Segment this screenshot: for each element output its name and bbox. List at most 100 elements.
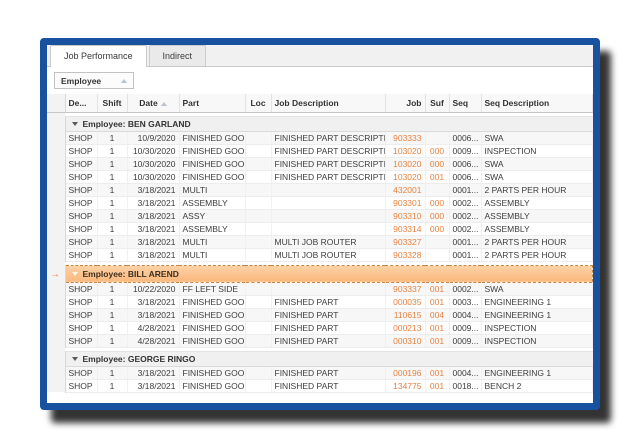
cell-suf[interactable]: 001 [425,170,450,184]
cell-date[interactable]: 3/18/2021 [127,379,180,393]
cell-part[interactable]: FINISHED GOOD ... [179,131,246,145]
cell-loc[interactable] [245,157,272,171]
cell-seqdesc[interactable]: ENGINEERING 1 [481,366,593,380]
column-header-jobdesc[interactable]: Job Description [271,94,386,113]
cell-part[interactable]: ASSY [179,209,246,223]
cell-jobdesc[interactable]: MULTI JOB ROUTER [271,235,386,249]
group-row[interactable]: → Employee: BILL AREND [47,264,593,283]
cell-part[interactable]: MULTI [179,235,246,249]
cell-date[interactable]: 3/18/2021 [127,248,180,262]
cell-date[interactable]: 3/18/2021 [127,183,180,197]
cell-det[interactable]: SHOP [65,235,98,249]
cell-jobdesc[interactable]: FINISHED PART DESCRIPTION [271,170,386,184]
cell-det[interactable]: SHOP [65,379,98,393]
cell-jobdesc[interactable]: FINISHED PART DESCRIPTION [271,157,386,171]
cell-part[interactable]: FINISHED GOOD ... [179,334,246,348]
cell-suf[interactable] [425,183,450,197]
cell-job[interactable]: 103020 [385,170,426,184]
cell-job[interactable]: 110615 [385,308,426,322]
cell-suf[interactable] [425,248,450,262]
cell-det[interactable]: SHOP [65,196,98,210]
data-row[interactable]: SHOP 1 3/18/2021 ASSEMBLY 903301 000 0002... AS… [47,196,593,210]
cell-job[interactable]: 000213 [385,321,426,335]
cell-seq[interactable]: 0002... [449,222,482,236]
cell-part[interactable]: FINISHED GOOD ... [179,321,246,335]
column-header-det[interactable]: De... [65,94,98,113]
cell-job[interactable]: 134775 [385,379,426,393]
cell-shift[interactable]: 1 [97,170,128,184]
collapse-group-icon[interactable] [71,271,78,276]
cell-date[interactable]: 3/18/2021 [127,196,180,210]
cell-shift[interactable]: 1 [97,209,128,223]
cell-job[interactable]: 432001 [385,183,426,197]
cell-seq[interactable]: 0003... [449,295,482,309]
cell-part[interactable]: ASSEMBLY [179,196,246,210]
data-row[interactable]: SHOP 1 3/18/2021 ASSEMBLY 903314 000 0002... AS… [47,222,593,236]
cell-suf[interactable]: 001 [425,295,450,309]
cell-seq[interactable]: 0006... [449,131,482,145]
cell-loc[interactable] [245,131,272,145]
column-header-loc[interactable]: Loc [245,94,272,113]
cell-date[interactable]: 3/18/2021 [127,295,180,309]
data-row[interactable]: SHOP110/30/2020FINISHED GOOD ... FINISHED… [47,144,593,158]
data-row[interactable]: SHOP 1 3/18/2021 MULTI MULTI JOB ROUTER 90332… [47,235,593,249]
cell-shift[interactable]: 1 [97,321,128,335]
column-header-seqdesc[interactable]: Seq Description [481,94,593,113]
cell-suf[interactable]: 001 [425,334,450,348]
group-by-employee-chip[interactable]: Employee [54,72,134,89]
collapse-group-icon[interactable] [71,356,78,361]
column-header-suf[interactable]: Suf [425,94,450,113]
cell-loc[interactable] [245,248,272,262]
cell-seqdesc[interactable]: INSPECTION [481,321,593,335]
data-row[interactable]: SHOP14/28/2021FINISHED GOOD ... FINISHED … [47,321,593,335]
cell-shift[interactable]: 1 [97,379,128,393]
data-row[interactable]: SHOP14/28/2021FINISHED GOOD ... FINISHED … [47,334,593,348]
cell-jobdesc[interactable] [271,183,386,197]
cell-shift[interactable]: 1 [97,157,128,171]
collapse-group-icon[interactable] [71,121,78,126]
cell-suf[interactable] [425,131,450,145]
cell-jobdesc[interactable]: FINISHED PART [271,295,386,309]
cell-job[interactable]: 903333 [385,131,426,145]
cell-seq[interactable]: 0009... [449,334,482,348]
data-row[interactable]: SHOP 1 3/18/2021 MULTI MULTI JOB ROUTER 90332… [47,248,593,262]
cell-shift[interactable]: 1 [97,144,128,158]
tab-job-performance[interactable]: Job Performance [50,45,147,67]
cell-seqdesc[interactable]: 2 PARTS PER HOUR [481,235,593,249]
cell-det[interactable]: SHOP [65,366,98,380]
cell-seqdesc[interactable]: SWA [481,157,593,171]
cell-det[interactable]: SHOP [65,334,98,348]
cell-jobdesc[interactable]: FINISHED PART [271,379,386,393]
tab-indirect[interactable]: Indirect [148,45,207,66]
cell-jobdesc[interactable]: FINISHED PART [271,334,386,348]
cell-date[interactable]: 4/28/2021 [127,334,180,348]
cell-det[interactable]: SHOP [65,308,98,322]
cell-suf[interactable]: 000 [425,157,450,171]
data-row[interactable]: SHOP13/18/2021FINISHED GOOD ... FINISHED … [47,308,593,322]
cell-part[interactable]: FINISHED GOOD ... [179,379,246,393]
cell-det[interactable]: SHOP [65,209,98,223]
cell-shift[interactable]: 1 [97,334,128,348]
data-row[interactable]: SHOP110/9/2020FINISHED GOOD ... FINISHED … [47,131,593,145]
cell-jobdesc[interactable]: FINISHED PART [271,308,386,322]
cell-shift[interactable]: 1 [97,295,128,309]
cell-seq[interactable]: 0009... [449,144,482,158]
cell-jobdesc[interactable] [271,196,386,210]
column-header-date[interactable]: Date [127,94,180,113]
cell-seq[interactable]: 0001... [449,248,482,262]
cell-job[interactable]: 903327 [385,235,426,249]
cell-job[interactable]: 000196 [385,366,426,380]
column-header-shift[interactable]: Shift [97,94,128,113]
cell-seq[interactable]: 0002... [449,282,482,296]
cell-seqdesc[interactable]: 2 PARTS PER HOUR [481,248,593,262]
cell-seqdesc[interactable]: INSPECTION [481,144,593,158]
cell-det[interactable]: SHOP [65,144,98,158]
data-row[interactable]: SHOP 1 10/22/2020 FF LEFT SIDE 903337 001 0002… [47,282,593,296]
cell-det[interactable]: SHOP [65,157,98,171]
cell-date[interactable]: 10/30/2020 [127,170,180,184]
cell-shift[interactable]: 1 [97,131,128,145]
column-header-job[interactable]: Job [385,94,426,113]
cell-det[interactable]: SHOP [65,248,98,262]
cell-loc[interactable] [245,366,272,380]
group-header-cell[interactable]: Employee: BEN GARLAND [65,115,593,132]
